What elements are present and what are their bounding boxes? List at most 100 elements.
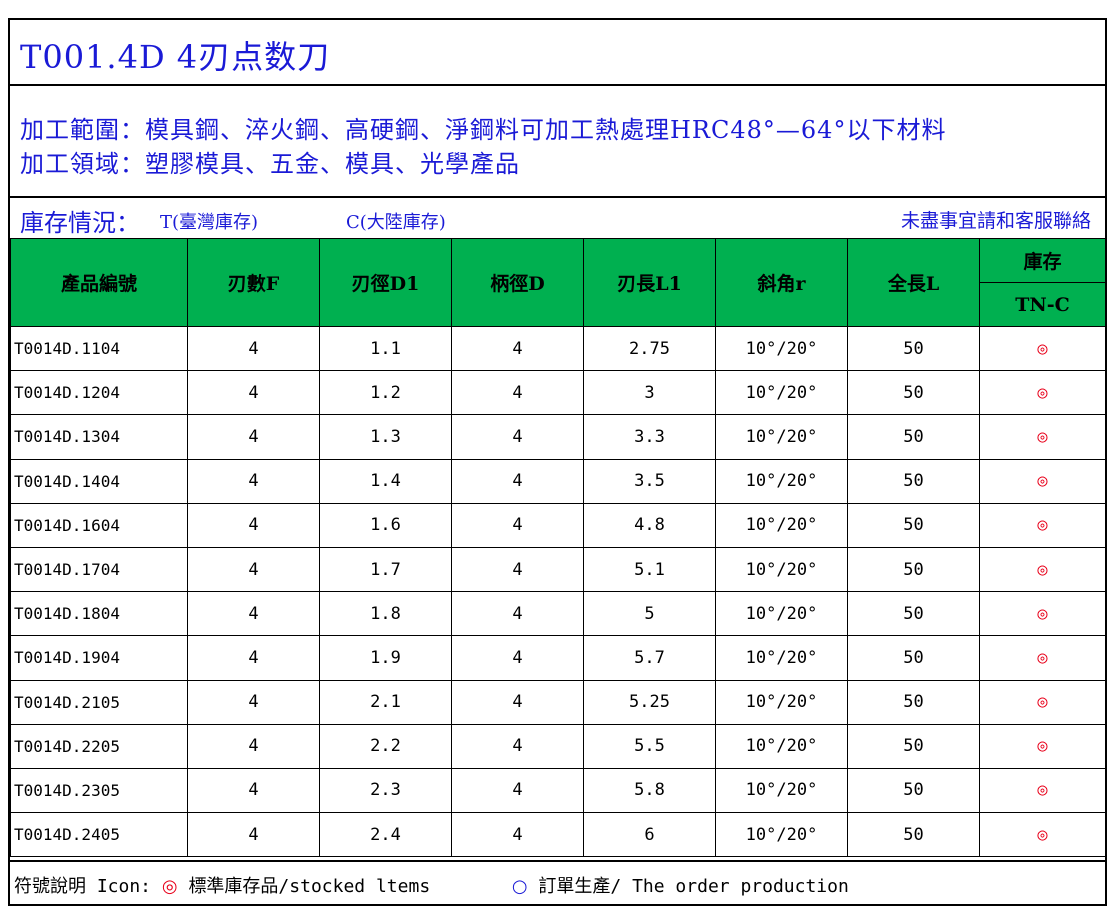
cell-flutes: 4 [187, 546, 320, 593]
header-shank-diameter: 柄徑D [451, 238, 584, 327]
stock-info-row: 庫存情況： T(臺灣庫存) C(大陸庫存) 未盡事宜請和客服聯絡 [10, 198, 1105, 238]
cell-cutting-length: 5.7 [583, 635, 716, 681]
cell-cutting-length: 5.25 [583, 679, 716, 725]
table-row: T0014D.1804 4 1.8 4 5 10°/20° 50 ◎ [10, 591, 1106, 637]
cell-product-code: T0014D.1404 [10, 458, 188, 504]
cell-cutting-length: 4.8 [583, 502, 716, 548]
table-row: T0014D.1104 4 1.1 4 2.75 10°/20° 50 ◎ [10, 325, 1106, 372]
cell-overall-length: 50 [847, 325, 980, 372]
legend-label: 符號說明 Icon: [14, 876, 152, 897]
cell-stock-mark: ◎ [979, 458, 1106, 504]
cell-flutes: 4 [187, 502, 320, 548]
stocked-mark-icon: ◎ [161, 876, 178, 897]
cell-flutes: 4 [187, 325, 320, 372]
cell-angle: 10°/20° [715, 502, 848, 548]
cell-flutes: 4 [187, 414, 320, 460]
cell-stock-mark: ◎ [979, 502, 1106, 548]
table-row: T0014D.2305 4 2.3 4 5.8 10°/20° 50 ◎ [10, 767, 1106, 814]
cell-overall-length: 50 [847, 502, 980, 548]
table-row: T0014D.1404 4 1.4 4 3.5 10°/20° 50 ◎ [10, 458, 1106, 504]
cell-shank-diameter: 4 [451, 325, 584, 372]
cell-overall-length: 50 [847, 458, 980, 504]
contact-note: 未盡事宜請和客服聯絡 [900, 210, 1091, 232]
cell-angle: 10°/20° [715, 414, 848, 460]
cell-cutting-diameter: 1.3 [319, 414, 452, 460]
table-row: T0014D.1704 4 1.7 4 5.1 10°/20° 50 ◎ [10, 546, 1106, 593]
cell-product-code: T0014D.1804 [10, 591, 188, 637]
table-row: T0014D.1604 4 1.6 4 4.8 10°/20° 50 ◎ [10, 502, 1106, 548]
cell-overall-length: 50 [847, 679, 980, 725]
cell-stock-mark: ◎ [979, 723, 1106, 769]
cell-shank-diameter: 4 [451, 458, 584, 504]
cell-cutting-length: 5 [583, 591, 716, 637]
cell-product-code: T0014D.1104 [10, 325, 188, 372]
cell-product-code: T0014D.2105 [10, 679, 188, 725]
cell-cutting-length: 3.3 [583, 414, 716, 460]
cell-shank-diameter: 4 [451, 635, 584, 681]
cell-flutes: 4 [187, 370, 320, 416]
cell-overall-length: 50 [847, 635, 980, 681]
cell-shank-diameter: 4 [451, 812, 584, 858]
cell-shank-diameter: 4 [451, 591, 584, 637]
cell-flutes: 4 [187, 767, 320, 814]
cell-flutes: 4 [187, 458, 320, 504]
product-sheet: T001.4D 4刃点数刀 加工範圍：模具鋼、淬火鋼、高硬鋼、淨鋼料可加工熱處理… [8, 18, 1107, 906]
cell-shank-diameter: 4 [451, 546, 584, 593]
cell-cutting-diameter: 1.4 [319, 458, 452, 504]
cell-cutting-length: 5.5 [583, 723, 716, 769]
header-flutes: 刃數F [187, 238, 320, 327]
cell-cutting-diameter: 1.9 [319, 635, 452, 681]
cell-product-code: T0014D.1304 [10, 414, 188, 460]
cell-flutes: 4 [187, 591, 320, 637]
stock-taiwan: T(臺灣庫存) [160, 212, 259, 233]
header-overall-length: 全長L [847, 238, 980, 327]
order-mark-icon: ○ [511, 876, 528, 897]
cell-stock-mark: ◎ [979, 591, 1106, 637]
legend: 符號說明 Icon: ◎ 標準庫存品/stocked ltems ○ 訂單生產/… [14, 872, 849, 898]
header-angle: 斜角r [715, 238, 848, 327]
cell-overall-length: 50 [847, 812, 980, 858]
cell-overall-length: 50 [847, 370, 980, 416]
cell-cutting-length: 5.1 [583, 546, 716, 593]
cell-angle: 10°/20° [715, 635, 848, 681]
cell-flutes: 4 [187, 635, 320, 681]
cell-stock-mark: ◎ [979, 679, 1106, 725]
cell-cutting-diameter: 1.8 [319, 591, 452, 637]
cell-angle: 10°/20° [715, 325, 848, 372]
cell-shank-diameter: 4 [451, 767, 584, 814]
cell-angle: 10°/20° [715, 591, 848, 637]
cell-product-code: T0014D.1604 [10, 502, 188, 548]
cell-cutting-diameter: 2.1 [319, 679, 452, 725]
table-row: T0014D.2105 4 2.1 4 5.25 10°/20° 50 ◎ [10, 679, 1106, 725]
cell-cutting-diameter: 1.2 [319, 370, 452, 416]
cell-cutting-length: 5.8 [583, 767, 716, 814]
cell-product-code: T0014D.1904 [10, 635, 188, 681]
cell-flutes: 4 [187, 679, 320, 725]
cell-cutting-length: 3.5 [583, 458, 716, 504]
cell-angle: 10°/20° [715, 370, 848, 416]
legend-stocked-text: 標準庫存品/stocked ltems [188, 876, 431, 897]
header-product-code: 產品編號 [10, 238, 188, 327]
stock-label: 庫存情況： [20, 209, 140, 237]
cell-angle: 10°/20° [715, 767, 848, 814]
cell-cutting-length: 6 [583, 812, 716, 858]
cell-flutes: 4 [187, 812, 320, 858]
cell-overall-length: 50 [847, 591, 980, 637]
header-stock-sub: TN-C [979, 282, 1106, 327]
cell-cutting-length: 2.75 [583, 325, 716, 372]
cell-stock-mark: ◎ [979, 546, 1106, 593]
table-row: T0014D.2205 4 2.2 4 5.5 10°/20° 50 ◎ [10, 723, 1106, 769]
cell-angle: 10°/20° [715, 723, 848, 769]
cell-stock-mark: ◎ [979, 370, 1106, 416]
cell-flutes: 4 [187, 723, 320, 769]
cell-shank-diameter: 4 [451, 502, 584, 548]
table-body: T0014D.1104 4 1.1 4 2.75 10°/20° 50 ◎ T0014D.120… [10, 325, 1106, 858]
processing-field: 加工領域：塑膠模具、五金、模具、光學產品 [20, 150, 520, 178]
legend-order-text: 訂單生產/ The order production [538, 876, 849, 897]
title-row: T001.4D 4刃点数刀 [10, 20, 1105, 86]
header-cutting-diameter: 刃徑D1 [319, 238, 452, 327]
stock-mainland: C(大陸庫存) [346, 212, 446, 233]
cell-product-code: T0014D.2205 [10, 723, 188, 769]
header-stock: 庫存 [979, 238, 1106, 283]
cell-overall-length: 50 [847, 723, 980, 769]
